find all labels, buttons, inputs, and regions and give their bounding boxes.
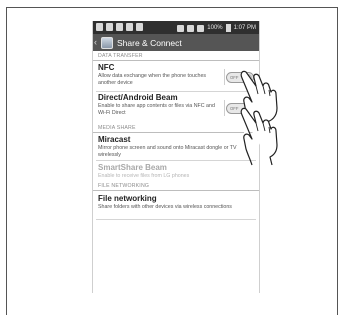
message-icon — [136, 23, 143, 31]
smartshare-subtitle: Enable to receive files from LG phones — [98, 173, 190, 179]
download-icon — [126, 23, 133, 31]
miracast-title: Miracast — [98, 135, 131, 144]
mute-icon — [177, 24, 185, 32]
beam-title: Direct/Android Beam — [98, 93, 178, 102]
file-networking-subtitle: Share folders with other devices via wir… — [98, 204, 232, 210]
signal-icon — [197, 24, 205, 32]
upload-icon — [106, 23, 113, 31]
beam-subtitle: Enable to share app contents or files vi… — [98, 103, 215, 116]
back-chevron-icon[interactable]: ‹ — [94, 34, 99, 51]
battery-icon — [225, 24, 231, 32]
miracast-subtitle: Mirror phone screen and sound onto Mirac… — [98, 145, 237, 158]
notification-icons — [96, 23, 143, 31]
nfc-status-icon — [187, 24, 195, 32]
section-header-data-transfer: DATA TRANSFER — [93, 52, 259, 61]
list-item-file-networking[interactable]: File networking Share folders with other… — [93, 194, 259, 211]
section-header-media-share: MEDIA SHARE — [93, 124, 259, 133]
divider — [96, 91, 256, 92]
toggle-separator — [224, 100, 225, 116]
calendar-icon — [116, 23, 123, 31]
list-item-smartshare-beam[interactable]: SmartShare Beam Enable to receive files … — [93, 163, 259, 180]
system-icons: 100% 1:07 PM — [177, 24, 256, 32]
smartshare-title: SmartShare Beam — [98, 163, 167, 172]
section-header-file-networking: FILE NETWORKING — [93, 182, 259, 191]
status-bar: 100% 1:07 PM — [93, 21, 259, 34]
phone-screen: 100% 1:07 PM ‹ Share & Connect DATA TRAN… — [92, 21, 260, 293]
page-title: Share & Connect — [117, 37, 182, 48]
share-connect-app-icon[interactable] — [101, 36, 113, 49]
divider — [96, 219, 256, 220]
toggle-separator — [224, 69, 225, 85]
battery-percent: 100% — [207, 24, 223, 31]
pointing-hand-icon — [240, 107, 278, 166]
screenshot-icon — [96, 23, 103, 31]
action-bar: ‹ Share & Connect — [93, 34, 259, 51]
list-item-miracast[interactable]: Miracast Mirror phone screen and sound o… — [93, 135, 259, 158]
clock: 1:07 PM — [233, 24, 256, 31]
divider — [96, 160, 256, 161]
nfc-subtitle: Allow data exchange when the phone touch… — [98, 73, 207, 86]
file-networking-title: File networking — [98, 194, 157, 203]
